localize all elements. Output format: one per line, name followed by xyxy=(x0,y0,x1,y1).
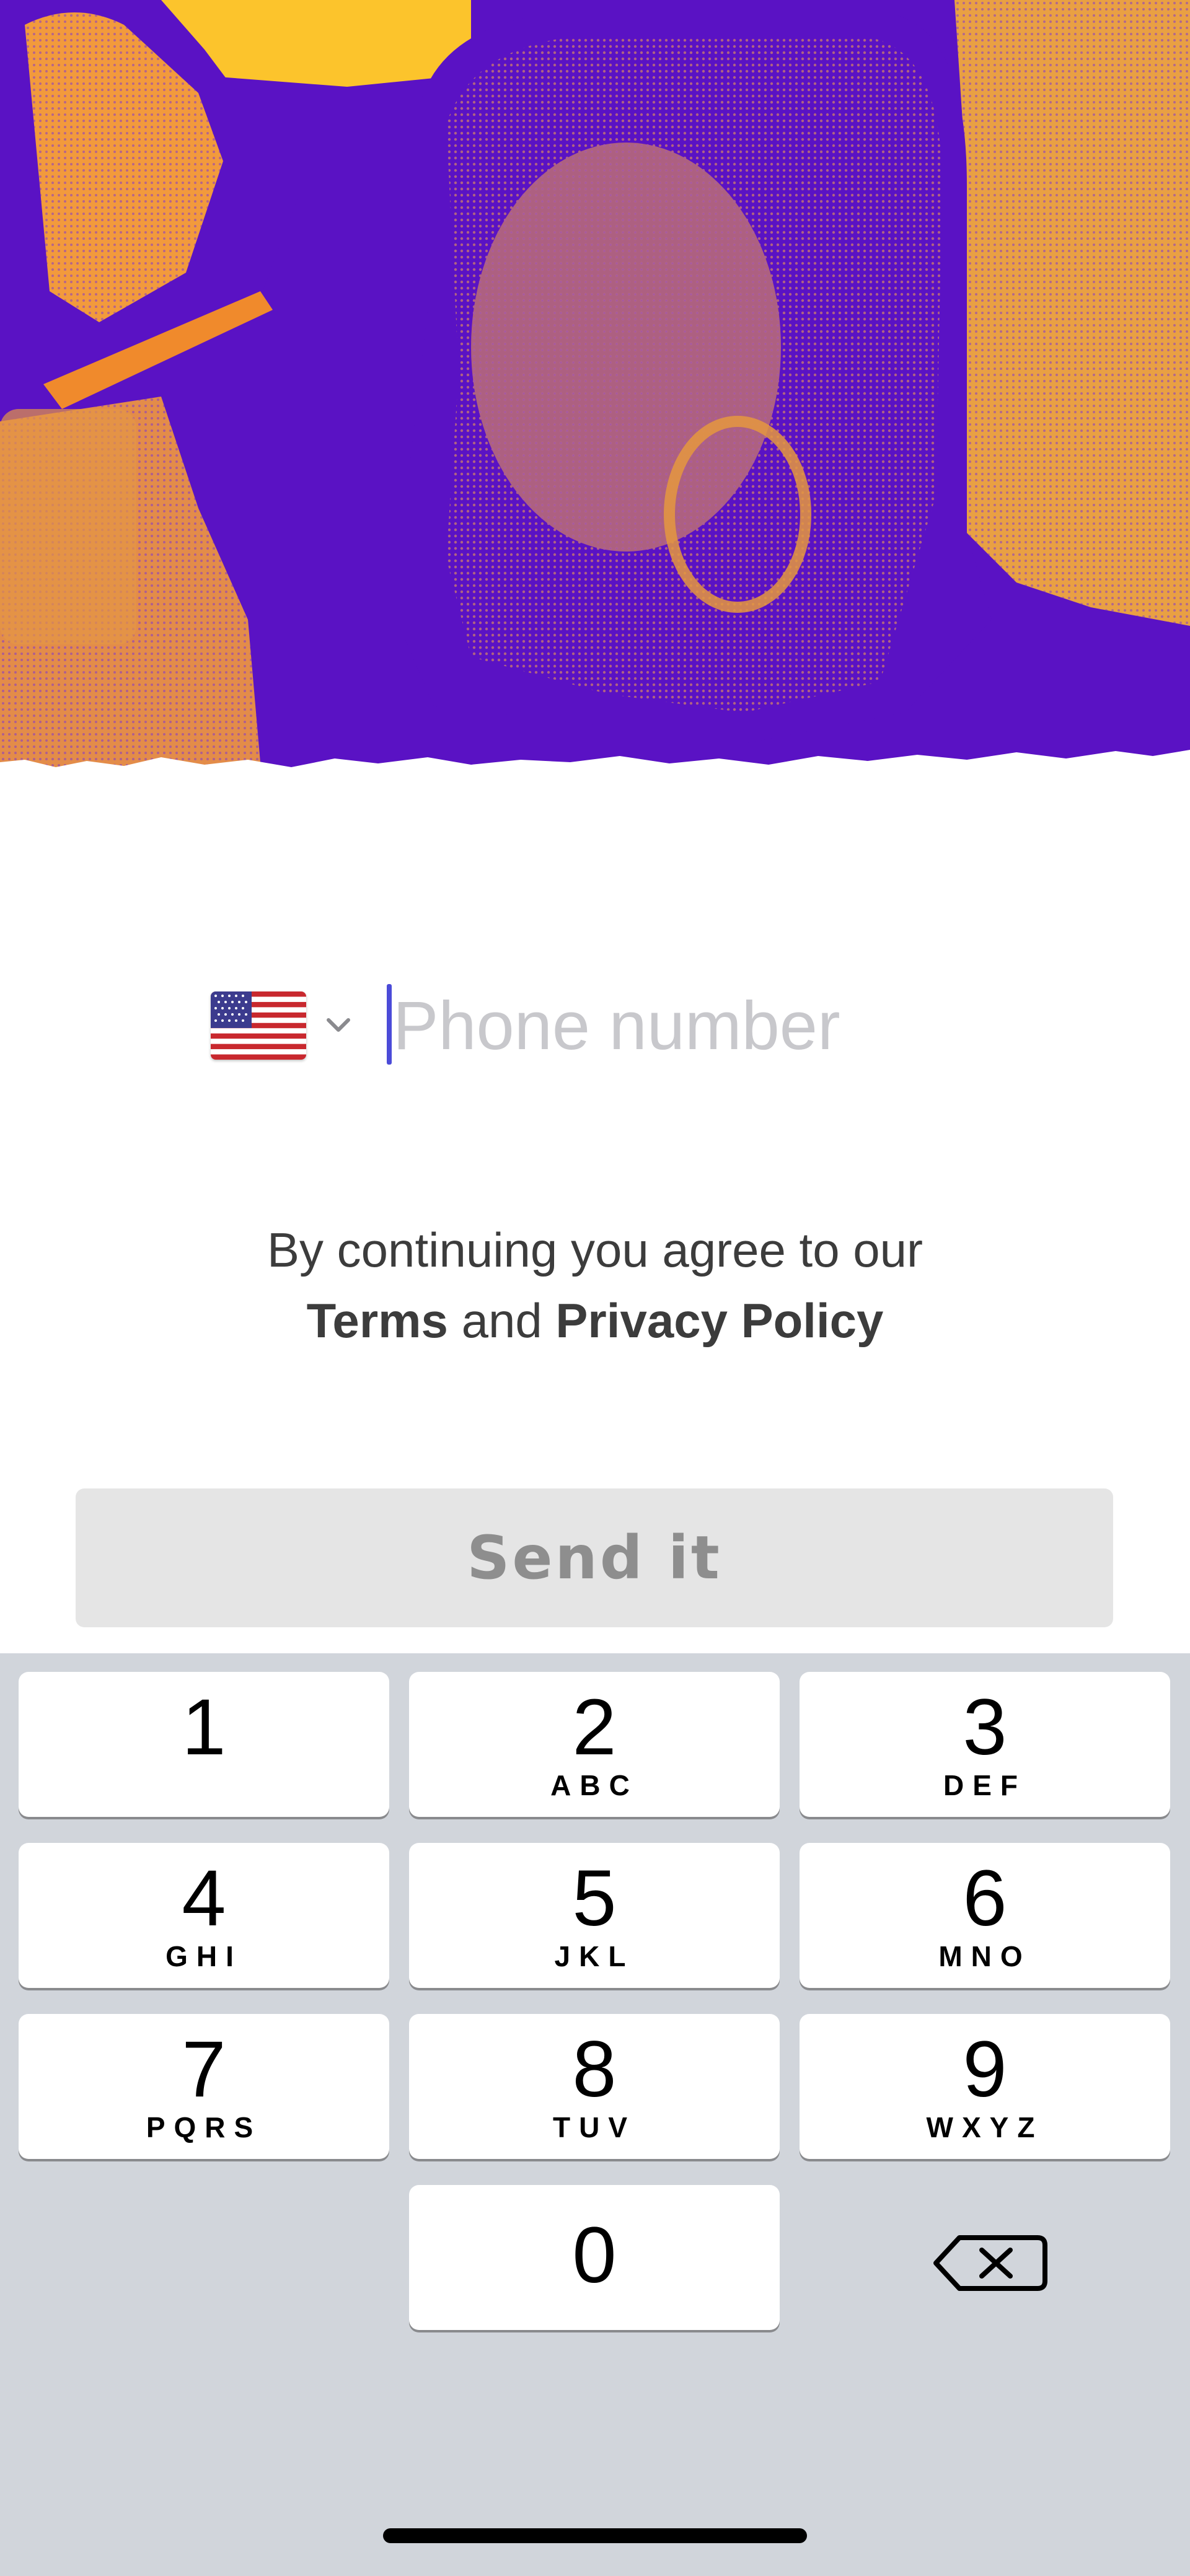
chevron-down-icon xyxy=(327,1018,350,1032)
key-letters: PQRS xyxy=(146,2111,262,2143)
legal-disclaimer: By continuing you agree to our Terms and… xyxy=(0,1215,1190,1356)
phone-entry-row xyxy=(211,979,1016,1072)
key-letters: WXYZ xyxy=(926,2111,1044,2143)
hero-collage-image xyxy=(0,0,1190,787)
key-letters: JKL xyxy=(554,1940,635,1972)
key-digit: 6 xyxy=(963,1854,1007,1943)
key-letters: GHI xyxy=(165,1940,242,1972)
key-digit: 5 xyxy=(572,1854,617,1943)
key-2[interactable]: 2 ABC xyxy=(409,1672,780,1817)
text-cursor xyxy=(387,984,392,1065)
us-flag-icon xyxy=(211,991,306,1060)
hero-artwork xyxy=(0,0,1190,787)
key-letters: DEF xyxy=(943,1769,1026,1801)
key-letters: ABC xyxy=(550,1769,638,1801)
key-digit: 7 xyxy=(182,2025,226,2114)
key-letters: TUV xyxy=(553,2111,636,2143)
backspace-icon xyxy=(933,2235,1047,2291)
privacy-policy-link[interactable]: Privacy Policy xyxy=(555,1293,883,1348)
key-6[interactable]: 6 MNO xyxy=(800,1843,1170,1988)
key-9[interactable]: 9 WXYZ xyxy=(800,2014,1170,2159)
key-digit: 9 xyxy=(963,2025,1007,2114)
key-digit: 4 xyxy=(182,1854,226,1943)
key-1[interactable]: 1 xyxy=(19,1672,389,1817)
key-letters: MNO xyxy=(938,1940,1031,1972)
key-3[interactable]: 3 DEF xyxy=(800,1672,1170,1817)
phone-number-field xyxy=(387,979,1007,1072)
home-indicator xyxy=(383,2528,807,2543)
key-4[interactable]: 4 GHI xyxy=(19,1843,389,1988)
phone-number-input[interactable] xyxy=(393,979,1000,1072)
key-digit: 1 xyxy=(182,1683,226,1772)
numeric-keypad: 1 2 ABC 3 DEF 4 GHI 5 JKL 6 MNO 7 PQRS 8 xyxy=(0,1653,1190,2576)
key-5[interactable]: 5 JKL xyxy=(409,1843,780,1988)
key-digit: 2 xyxy=(572,1683,617,1772)
key-digit: 0 xyxy=(572,2211,617,2300)
country-code-picker[interactable] xyxy=(211,991,359,1060)
phone-signup-screen: By continuing you agree to our Terms and… xyxy=(0,0,1190,2576)
backspace-key[interactable] xyxy=(800,2183,1170,2328)
key-0[interactable]: 0 xyxy=(409,2185,780,2330)
key-digit: 3 xyxy=(963,1683,1007,1772)
legal-and-text: and xyxy=(461,1293,542,1348)
key-digit: 8 xyxy=(572,2025,617,2114)
key-7[interactable]: 7 PQRS xyxy=(19,2014,389,2159)
key-8[interactable]: 8 TUV xyxy=(409,2014,780,2159)
legal-line-2: Terms and Privacy Policy xyxy=(0,1285,1190,1356)
terms-link[interactable]: Terms xyxy=(307,1293,448,1348)
send-it-button[interactable]: Send it xyxy=(76,1488,1113,1627)
legal-line-1: By continuing you agree to our xyxy=(267,1223,923,1277)
